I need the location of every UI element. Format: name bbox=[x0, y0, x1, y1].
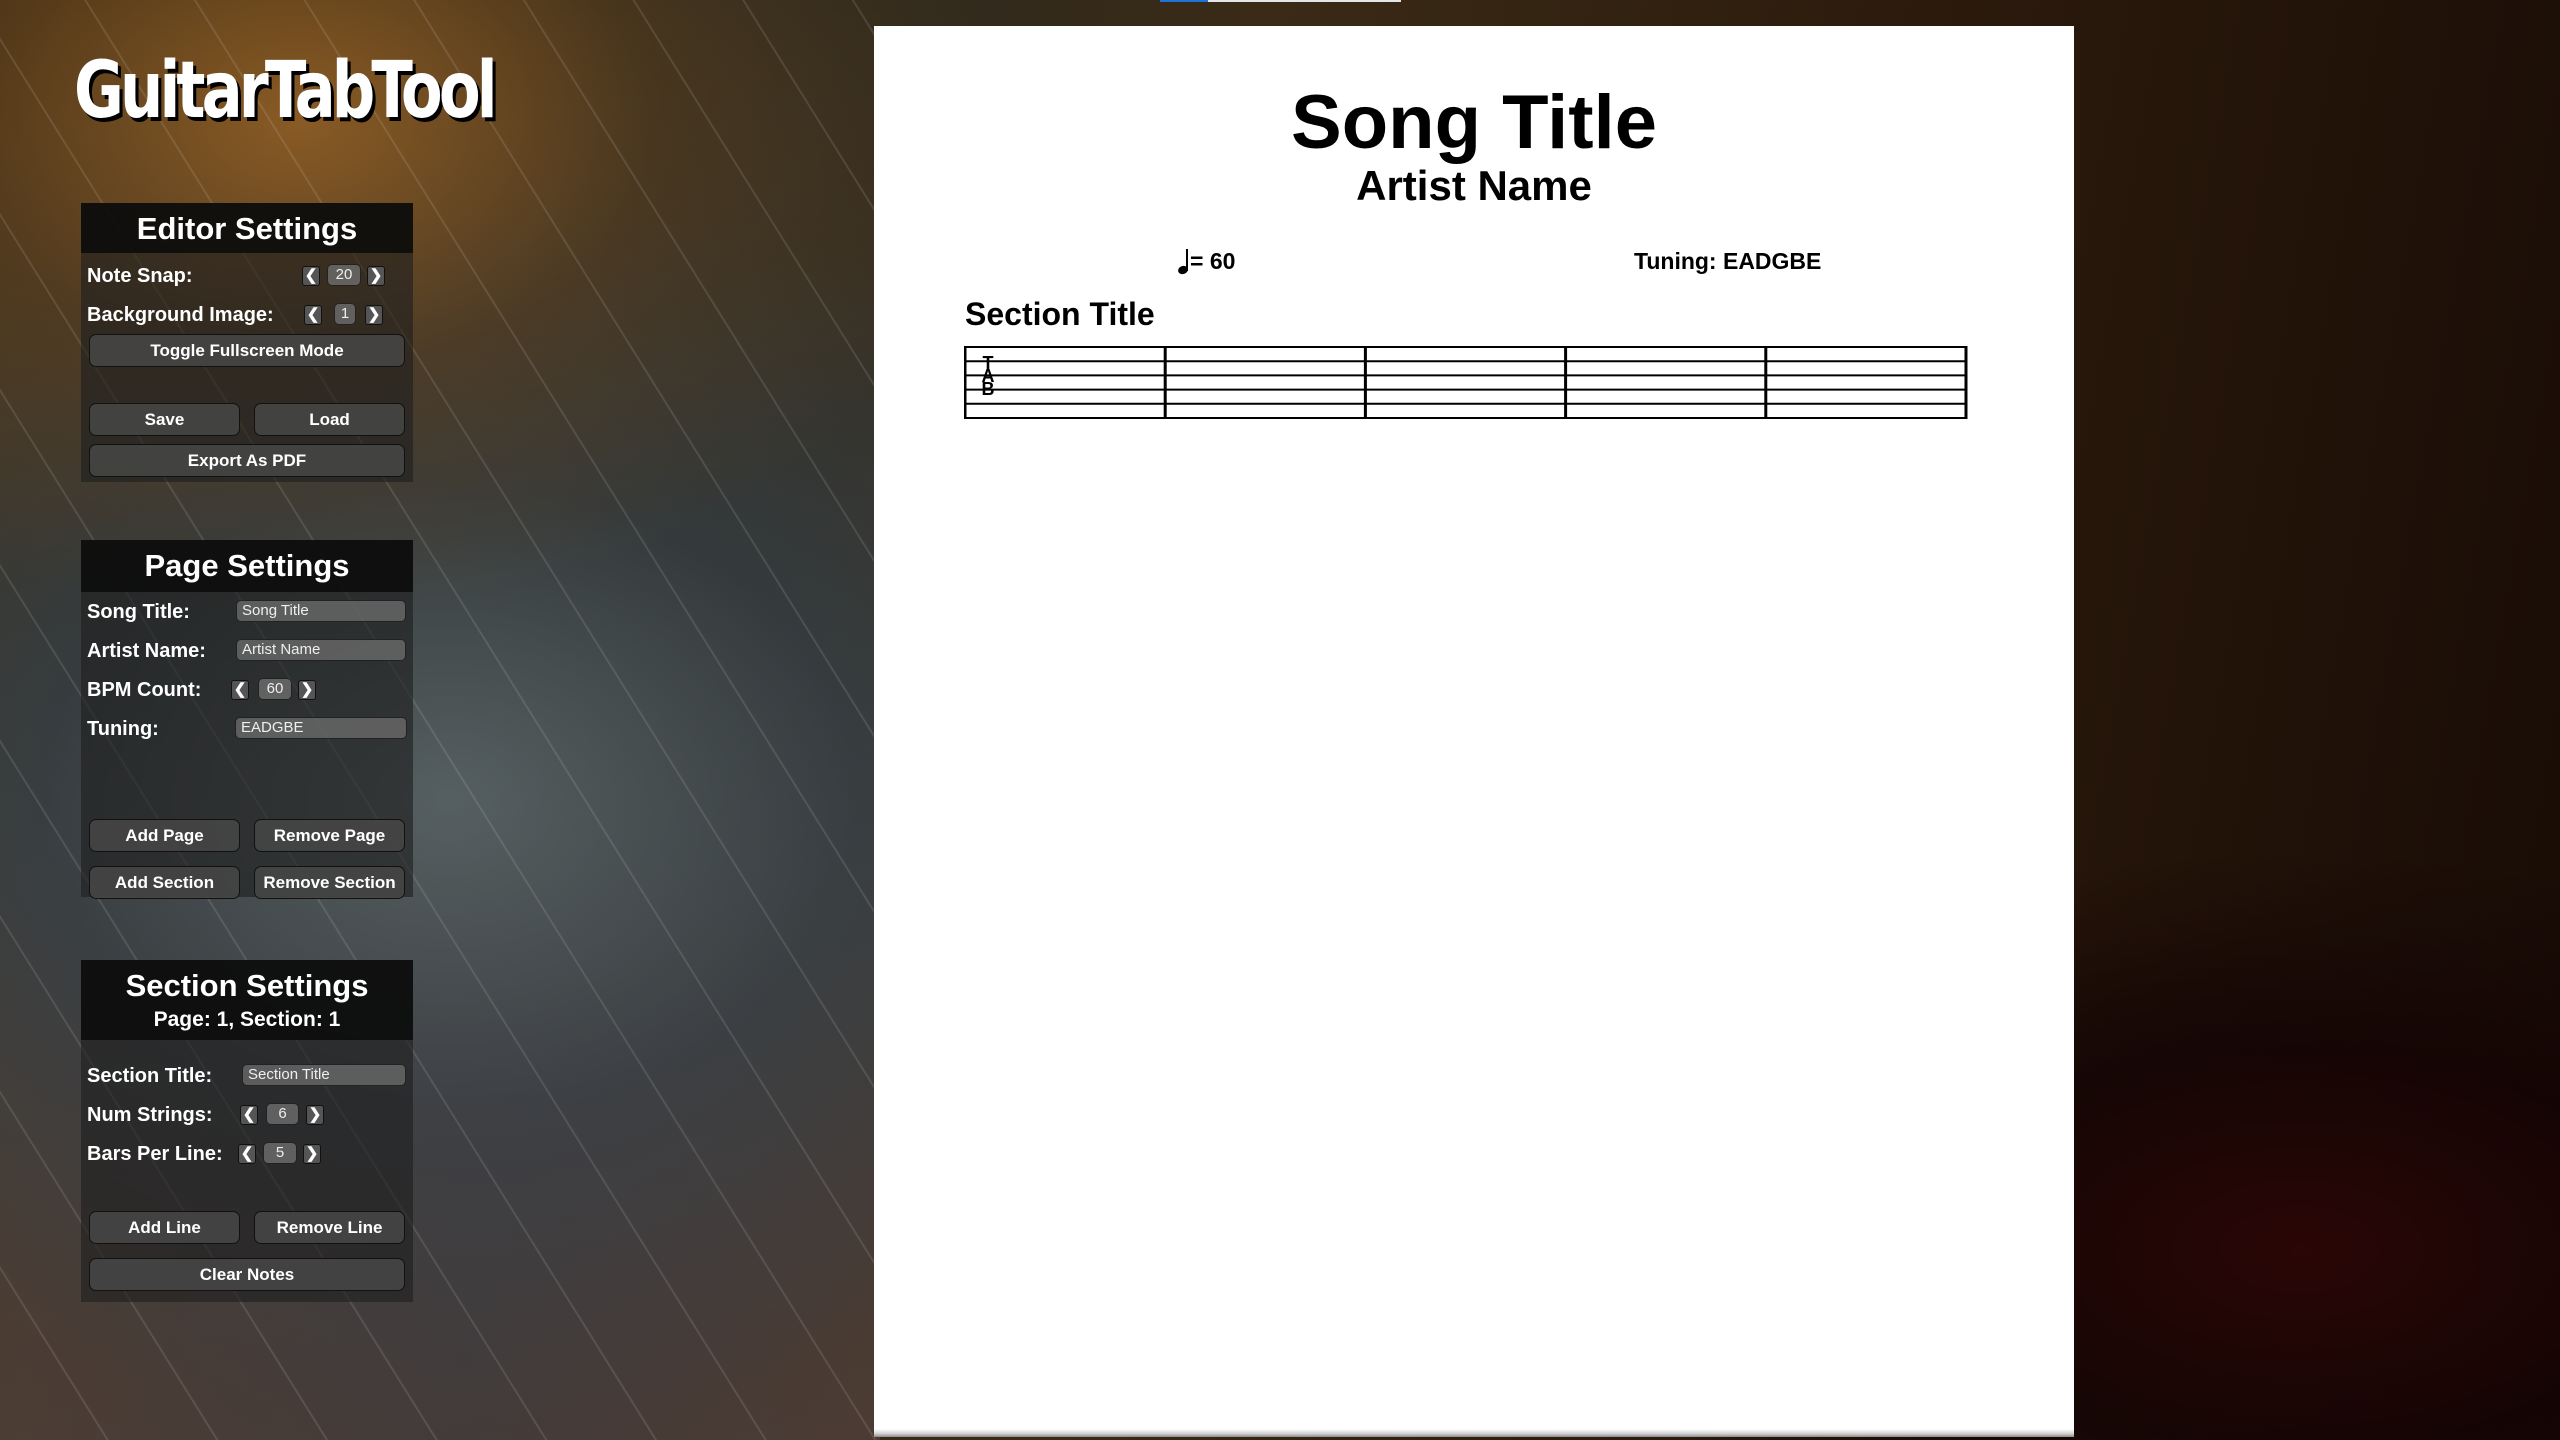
sheet-song-title: Song Title bbox=[1291, 80, 1657, 165]
export-pdf-button[interactable]: Export As PDF bbox=[89, 444, 405, 477]
note-snap-increment-button[interactable]: ❯ bbox=[367, 266, 385, 286]
add-section-button[interactable]: Add Section bbox=[89, 866, 240, 899]
tab-staff[interactable]: TAB bbox=[964, 346, 1974, 456]
section-title-label: Section Title: bbox=[87, 1065, 213, 1087]
section-title-row: Section Title: Section Title bbox=[87, 1064, 407, 1088]
bpm-count-value[interactable]: 60 bbox=[258, 678, 292, 700]
song-title-label: Song Title: bbox=[87, 601, 190, 623]
song-title-input[interactable]: Song Title bbox=[236, 600, 406, 622]
artist-name-input[interactable]: Artist Name bbox=[236, 639, 406, 661]
sheet-artist-name: Artist Name bbox=[1356, 162, 1592, 209]
tab-clef-letter: B bbox=[982, 379, 995, 399]
num-strings-decrement-button[interactable]: ❮ bbox=[240, 1105, 258, 1125]
sheet-tempo: = 60 bbox=[1176, 246, 1236, 276]
sheet-tempo-value: = 60 bbox=[1190, 248, 1236, 274]
note-snap-value[interactable]: 20 bbox=[327, 264, 361, 286]
clear-notes-button[interactable]: Clear Notes bbox=[89, 1258, 405, 1291]
remove-page-button[interactable]: Remove Page bbox=[254, 819, 405, 852]
quarter-note-icon bbox=[1176, 249, 1190, 276]
editor-settings-panel: Editor Settings Note Snap: ❮ 20 ❯ Backgr… bbox=[81, 203, 413, 482]
num-strings-value[interactable]: 6 bbox=[266, 1103, 299, 1125]
note-snap-row: Note Snap: ❮ 20 ❯ bbox=[87, 264, 407, 288]
section-settings-title: Section Settings bbox=[125, 968, 369, 1003]
staff-bar[interactable] bbox=[965, 347, 1165, 418]
bars-per-line-value[interactable]: 5 bbox=[263, 1142, 297, 1164]
toggle-fullscreen-button[interactable]: Toggle Fullscreen Mode bbox=[89, 334, 405, 367]
page-bottom-edge bbox=[874, 1429, 2074, 1437]
save-button[interactable]: Save bbox=[89, 403, 240, 436]
add-page-button[interactable]: Add Page bbox=[89, 819, 240, 852]
staff-bar[interactable] bbox=[1165, 347, 1365, 418]
num-strings-increment-button[interactable]: ❯ bbox=[306, 1105, 324, 1125]
bars-per-line-row: Bars Per Line: ❮ 5 ❯ bbox=[87, 1142, 407, 1166]
tab-sheet-page[interactable]: Song Title Artist Name = 60 Tuning: EADG… bbox=[874, 26, 2074, 1437]
bpm-increment-button[interactable]: ❯ bbox=[298, 680, 316, 700]
bpm-decrement-button[interactable]: ❮ bbox=[231, 680, 249, 700]
staff-bar[interactable] bbox=[1365, 347, 1565, 418]
bpm-count-row: BPM Count: ❮ 60 ❯ bbox=[87, 678, 407, 702]
note-snap-decrement-button[interactable]: ❮ bbox=[302, 266, 320, 286]
artist-name-label: Artist Name: bbox=[87, 640, 206, 662]
artist-name-row: Artist Name: Artist Name bbox=[87, 639, 407, 663]
remove-section-button[interactable]: Remove Section bbox=[254, 866, 405, 899]
song-title-row: Song Title: Song Title bbox=[87, 600, 407, 624]
background-image-value[interactable]: 1 bbox=[334, 303, 356, 325]
bars-per-line-decrement-button[interactable]: ❮ bbox=[238, 1144, 256, 1164]
note-snap-label: Note Snap: bbox=[87, 265, 193, 287]
loading-progress-bar bbox=[1160, 0, 1401, 2]
staff-bar[interactable] bbox=[1566, 347, 1766, 418]
section-title-input[interactable]: Section Title bbox=[242, 1064, 406, 1086]
add-line-button[interactable]: Add Line bbox=[89, 1211, 240, 1244]
editor-settings-title: Editor Settings bbox=[136, 211, 358, 246]
editor-settings-header: Editor Settings bbox=[81, 203, 413, 253]
staff-bar[interactable] bbox=[1766, 347, 1966, 418]
loading-progress-fill bbox=[1160, 0, 1209, 2]
sheet-tuning: Tuning: EADGBE bbox=[1634, 248, 1822, 274]
app-logo: GuitarTabTool bbox=[74, 46, 498, 136]
remove-line-button[interactable]: Remove Line bbox=[254, 1211, 405, 1244]
background-image-increment-button[interactable]: ❯ bbox=[365, 305, 383, 325]
tuning-label: Tuning: bbox=[87, 718, 159, 740]
page-settings-title: Page Settings bbox=[144, 548, 350, 583]
page-settings-panel: Page Settings Song Title: Song Title Art… bbox=[81, 540, 413, 899]
tuning-input[interactable]: EADGBE bbox=[235, 717, 407, 739]
num-strings-row: Num Strings: ❮ 6 ❯ bbox=[87, 1103, 407, 1127]
num-strings-label: Num Strings: bbox=[87, 1104, 213, 1126]
section-settings-header: Section Settings Page: 1, Section: 1 bbox=[81, 960, 413, 1040]
background-image-decrement-button[interactable]: ❮ bbox=[304, 305, 322, 325]
bars-per-line-label: Bars Per Line: bbox=[87, 1143, 223, 1165]
load-button[interactable]: Load bbox=[254, 403, 405, 436]
tuning-row: Tuning: EADGBE bbox=[87, 717, 407, 741]
background-image-row: Background Image: ❮ 1 ❯ bbox=[87, 303, 407, 327]
sheet-section-title: Section Title bbox=[965, 296, 1155, 332]
section-location-label: Page: 1, Section: 1 bbox=[153, 1008, 341, 1031]
bars-per-line-increment-button[interactable]: ❯ bbox=[303, 1144, 321, 1164]
background-image-label: Background Image: bbox=[87, 304, 274, 326]
section-settings-panel: Section Settings Page: 1, Section: 1 Sec… bbox=[81, 960, 413, 1302]
bpm-count-label: BPM Count: bbox=[87, 679, 202, 701]
page-settings-header: Page Settings bbox=[81, 540, 413, 592]
